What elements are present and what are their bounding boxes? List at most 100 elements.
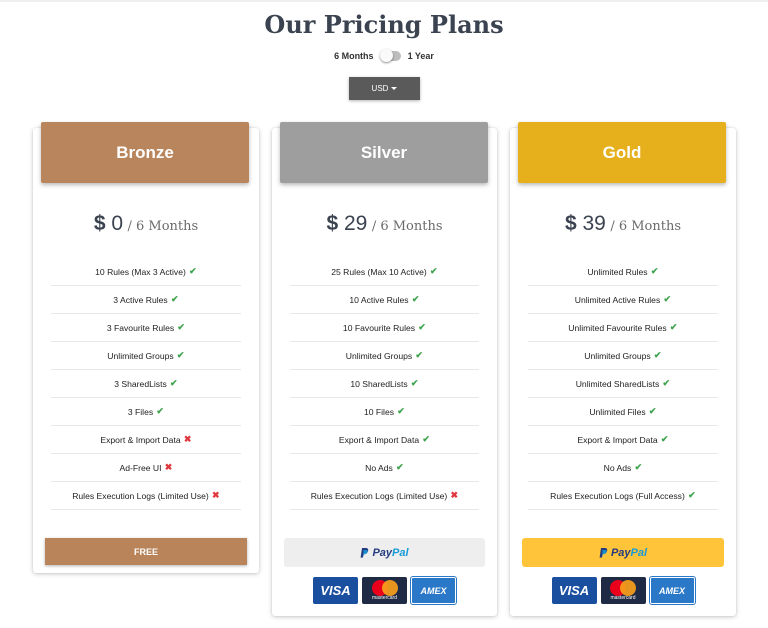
feature-list: 10 Rules (Max 3 Active) ✔ 3 Active Rules ✔…	[51, 258, 241, 510]
feature-item: Unlimited Groups ✔	[290, 342, 479, 370]
paypal-icon	[599, 547, 608, 558]
check-icon: ✔	[397, 406, 405, 416]
feature-item: 25 Rules (Max 10 Active) ✔	[290, 258, 479, 286]
feature-item: Rules Execution Logs (Full Access) ✔	[528, 482, 718, 510]
switch-knob[interactable]	[379, 49, 393, 62]
feature-item: Export & Import Data ✔	[290, 426, 479, 454]
check-icon: ✔	[660, 434, 669, 444]
check-icon: ✔	[418, 322, 426, 332]
paypal-text-pal: Pal	[630, 546, 648, 559]
cross-icon: ✖	[183, 434, 192, 444]
check-icon: ✔	[669, 322, 678, 332]
price-amount: 29	[344, 212, 368, 235]
check-icon: ✔	[648, 406, 657, 416]
check-icon: ✔	[411, 294, 420, 304]
cross-icon: ✖	[450, 490, 459, 500]
feature-item: Rules Execution Logs (Limited Use) ✖	[290, 482, 479, 510]
currency-symbol: $	[93, 212, 106, 235]
check-icon: ✔	[177, 322, 185, 332]
feature-item: 3 Files ✔	[51, 398, 241, 426]
check-icon: ✔	[170, 378, 178, 388]
currency-symbol: $	[564, 212, 577, 235]
feature-item: No Ads ✔	[290, 454, 479, 482]
check-icon: ✔	[422, 434, 430, 444]
feature-item: 10 Files ✔	[290, 398, 479, 426]
feature-item: Ad-Free UI ✖	[51, 454, 241, 482]
paypal-button[interactable]: Pay Pal	[284, 538, 485, 567]
check-icon: ✔	[415, 350, 423, 360]
plan-card-silver: Silver $ 29 / 6 Months 25 Rules (Max 10 …	[272, 122, 497, 616]
check-icon: ✔	[429, 266, 438, 276]
check-icon: ✔	[653, 350, 662, 360]
feature-list: Unlimited Rules ✔ Unlimited Active Rules ✔…	[528, 258, 718, 510]
feature-item: Unlimited SharedLists ✔	[528, 370, 718, 398]
free-plan-button[interactable]: FREE	[45, 538, 247, 565]
feature-item: 10 Active Rules ✔	[290, 286, 479, 314]
feature-item: Rules Execution Logs (Limited Use) ✖	[51, 482, 241, 510]
payment-cards: VISA mastercard AMEX	[510, 576, 736, 605]
paypal-button[interactable]: Pay Pal	[522, 538, 724, 567]
plan-name: Gold	[602, 142, 642, 162]
plan-card-gold: Gold $ 39 / 6 Months Unlimited Rules ✔ Un…	[510, 122, 736, 616]
feature-item: 3 SharedLists ✔	[51, 370, 241, 398]
currency-dropdown[interactable]: USD	[349, 77, 420, 100]
plan-header-gold: Gold	[518, 122, 726, 183]
feature-item: 3 Favourite Rules ✔	[51, 314, 241, 342]
feature-item: 10 Favourite Rules ✔	[290, 314, 479, 342]
feature-item: Export & Import Data ✔	[528, 426, 718, 454]
feature-item: Export & Import Data ✖	[51, 426, 241, 454]
cross-icon: ✖	[212, 490, 220, 500]
feature-item: 10 SharedLists ✔	[290, 370, 479, 398]
check-icon: ✔	[663, 294, 672, 304]
page-title: Our Pricing Plans	[264, 10, 504, 39]
check-icon: ✔	[156, 406, 164, 416]
amex-icon: AMEX	[410, 576, 457, 605]
feature-list: 25 Rules (Max 10 Active) ✔ 10 Active Rule…	[290, 258, 479, 510]
feature-item: Unlimited Favourite Rules ✔	[528, 314, 718, 342]
plan-header-silver: Silver	[280, 122, 488, 183]
feature-item: Unlimited Rules ✔	[528, 258, 718, 286]
price-amount: 39	[582, 212, 606, 235]
plan-price: $ 29 / 6 Months	[272, 212, 497, 236]
feature-item: Unlimited Groups ✔	[528, 342, 718, 370]
check-icon: ✔	[688, 490, 696, 500]
caret-down-icon	[391, 87, 398, 90]
price-period: / 6 Months	[127, 219, 199, 234]
mastercard-icon: mastercard	[362, 577, 407, 604]
billing-period-toggle: 6 Months 1 Year	[0, 49, 768, 62]
price-period: / 6 Months	[610, 219, 682, 234]
visa-icon: VISA	[313, 577, 358, 604]
price-amount: 0	[111, 212, 124, 235]
check-icon: ✔	[650, 266, 659, 276]
price-period: / 6 Months	[371, 219, 443, 234]
plan-name: Bronze	[116, 142, 174, 162]
check-icon: ✔	[170, 294, 179, 304]
paypal-text-pay: Pay	[372, 546, 393, 559]
plan-name: Silver	[360, 142, 408, 162]
check-icon: ✔	[396, 462, 404, 472]
payment-cards: VISA mastercard AMEX	[272, 576, 497, 605]
visa-icon: VISA	[551, 577, 597, 604]
paypal-text-pal: Pal	[392, 546, 409, 559]
feature-item: 3 Active Rules ✔	[51, 286, 241, 314]
currency-symbol: $	[326, 212, 339, 235]
currency-value: USD	[371, 84, 389, 93]
plan-card-bronze: Bronze $ 0 / 6 Months 10 Rules (Max 3 Ac…	[33, 122, 259, 573]
top-divider	[0, 0, 768, 2]
check-icon: ✔	[410, 378, 419, 388]
feature-item: No Ads ✔	[528, 454, 718, 482]
feature-item: Unlimited Files ✔	[528, 398, 718, 426]
feature-item: Unlimited Active Rules ✔	[528, 286, 718, 314]
check-icon: ✔	[662, 378, 671, 388]
feature-item: 10 Rules (Max 3 Active) ✔	[51, 258, 241, 286]
paypal-text-pay: Pay	[610, 546, 631, 559]
check-icon: ✔	[176, 350, 185, 360]
paypal-icon	[361, 547, 369, 558]
feature-item: Unlimited Groups ✔	[51, 342, 241, 370]
billing-period-switch[interactable]	[379, 49, 401, 62]
check-icon: ✔	[634, 462, 643, 472]
check-icon: ✔	[189, 266, 197, 276]
toggle-label-6-months[interactable]: 6 Months	[334, 51, 374, 61]
amex-icon: AMEX	[648, 576, 696, 605]
toggle-label-1-year[interactable]: 1 Year	[408, 51, 434, 61]
